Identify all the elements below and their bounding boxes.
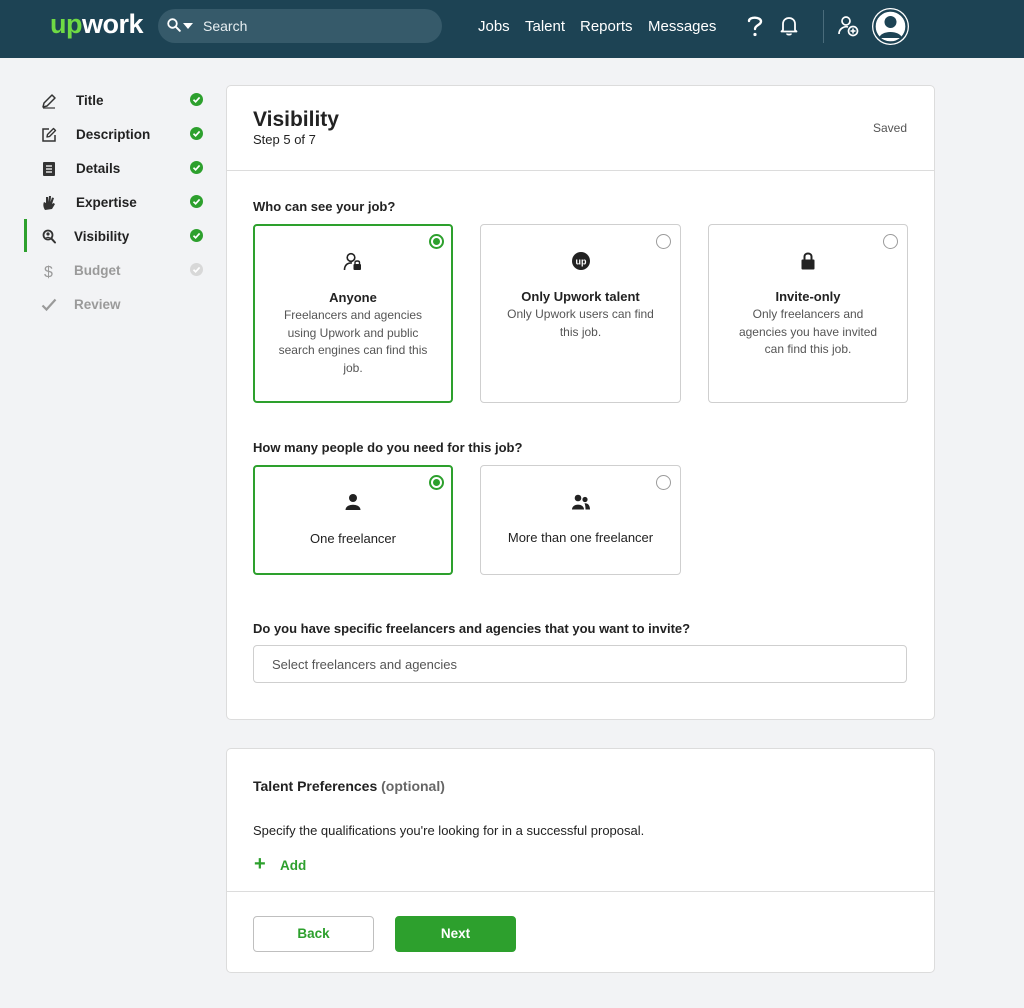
talent-preferences-heading: Talent Preferences (253, 778, 378, 794)
radio-button[interactable] (656, 475, 671, 490)
option-label: More than one freelancer (507, 530, 654, 545)
radio-button[interactable] (656, 234, 671, 249)
nav-talent[interactable]: Talent (525, 18, 565, 35)
sidebar-item-expertise[interactable]: Expertise (40, 192, 210, 216)
option-description: Only Upwork users can find this job. (507, 307, 654, 339)
search-bar[interactable]: Search (158, 9, 442, 43)
visibility-option-invite-only[interactable]: Invite-only Only freelancers and agencie… (708, 224, 908, 403)
invite-label: Do you have specific freelancers and age… (253, 621, 691, 636)
radio-button[interactable] (429, 234, 444, 249)
nav-messages[interactable]: Messages (648, 18, 716, 35)
sidebar-item-label: Visibility (74, 229, 130, 244)
optional-tag: (optional) (381, 778, 445, 794)
people-icon (571, 494, 590, 510)
logo-up-text: up (50, 9, 83, 39)
search-type-dropdown-icon[interactable] (183, 23, 193, 29)
sidebar-item-label: Description (76, 127, 151, 142)
nav-jobs[interactable]: Jobs (478, 18, 510, 35)
card-divider (227, 170, 934, 171)
step-indicator: Step 5 of 7 (253, 132, 316, 147)
pending-check-icon (190, 263, 203, 276)
plus-icon: + (254, 853, 266, 875)
sidebar-item-label: Budget (74, 263, 121, 278)
upwork-badge-icon: up (571, 252, 590, 270)
sidebar-item-description[interactable]: Description (40, 124, 210, 148)
person-lock-icon (343, 252, 361, 271)
sidebar-item-label: Title (76, 93, 104, 108)
add-user-icon[interactable] (837, 15, 859, 37)
nav-reports[interactable]: Reports (580, 18, 633, 35)
logo-work-text: work (82, 9, 144, 39)
sidebar-item-label: Details (76, 161, 121, 176)
option-title: Anyone (329, 290, 377, 305)
card-divider (227, 891, 934, 892)
hand-icon (43, 196, 55, 210)
sidebar-item-budget: $ Budget (40, 260, 210, 284)
edit-document-icon (42, 127, 57, 142)
help-icon[interactable] (745, 14, 765, 38)
complete-check-icon (190, 229, 203, 242)
complete-check-icon (190, 161, 203, 174)
talent-preferences-title: Talent Preferences (optional) (253, 778, 445, 794)
option-label: One freelancer (310, 531, 396, 546)
sidebar-item-review: Review (40, 294, 210, 318)
complete-check-icon (190, 127, 203, 140)
svg-text:$: $ (44, 264, 53, 280)
count-option-multiple-freelancers[interactable]: More than one freelancer (480, 465, 681, 575)
search-icon (167, 18, 181, 32)
count-option-one-freelancer[interactable]: One freelancer (253, 465, 453, 575)
who-can-see-label: Who can see your job? (253, 199, 396, 214)
sidebar-item-label: Expertise (76, 195, 137, 210)
save-status: Saved (873, 121, 908, 135)
option-description: Freelancers and agencies using Upwork an… (278, 308, 428, 375)
back-button[interactable]: Back (253, 916, 374, 952)
page-title: Visibility (253, 108, 339, 131)
radio-button[interactable] (883, 234, 898, 249)
how-many-label: How many people do you need for this job… (253, 440, 523, 455)
avatar-placeholder-icon (873, 9, 908, 44)
checkmark-icon (41, 298, 57, 312)
complete-check-icon (190, 93, 203, 106)
list-document-icon (43, 162, 55, 176)
sidebar-item-label: Review (74, 297, 121, 312)
pencil-icon (42, 94, 56, 109)
sidebar-item-details[interactable]: Details (40, 158, 210, 182)
invite-field-placeholder: Select freelancers and agencies (272, 657, 458, 672)
radio-button[interactable] (429, 475, 444, 490)
invite-freelancers-field[interactable]: Select freelancers and agencies (253, 645, 907, 683)
search-input[interactable]: Search (203, 18, 247, 34)
sidebar-item-title[interactable]: Title (40, 90, 210, 114)
sidebar-active-indicator (24, 219, 27, 252)
sidebar-item-visibility[interactable]: Visibility (40, 226, 210, 250)
next-button[interactable]: Next (395, 916, 516, 952)
header-divider (823, 10, 824, 43)
visibility-option-anyone[interactable]: Anyone Freelancers and agencies using Up… (253, 224, 453, 403)
top-navbar: upwork Search Jobs Talent Reports Messag… (0, 0, 1024, 58)
svg-text:up: up (575, 257, 586, 267)
person-icon (345, 494, 361, 510)
option-description: Only freelancers and agencies you have i… (738, 307, 878, 356)
complete-check-icon (190, 195, 203, 208)
visibility-option-upwork-talent[interactable]: up Only Upwork talent Only Upwork users … (480, 224, 681, 403)
add-label: Add (280, 858, 307, 873)
talent-preferences-description: Specify the qualifications you're lookin… (253, 823, 645, 838)
dollar-icon: $ (44, 264, 53, 280)
upwork-logo[interactable]: upwork (50, 9, 144, 40)
option-title: Invite-only (775, 289, 841, 304)
person-search-icon (42, 229, 56, 244)
user-avatar[interactable] (872, 8, 909, 45)
lock-icon (801, 252, 815, 270)
notifications-bell-icon[interactable] (779, 15, 799, 37)
option-title: Only Upwork talent (521, 289, 640, 304)
